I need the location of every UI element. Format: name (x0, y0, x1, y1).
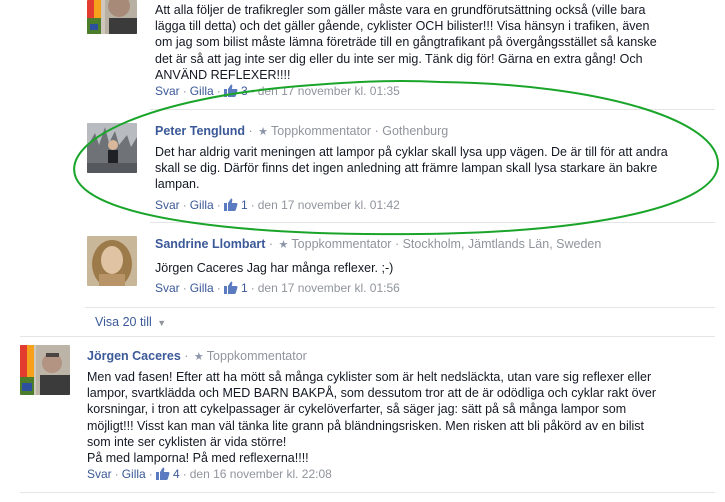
highlight-ellipse-annotation (73, 80, 720, 236)
